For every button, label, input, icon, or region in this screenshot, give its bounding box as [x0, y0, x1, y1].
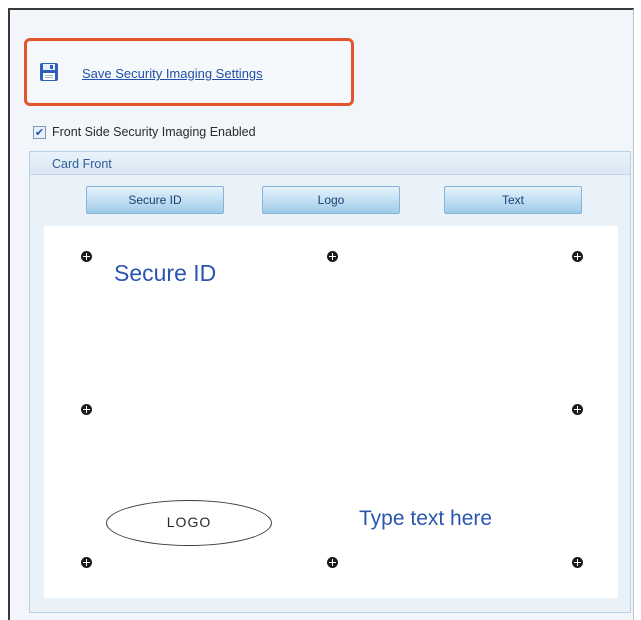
logo-element[interactable]: LOGO: [106, 500, 272, 546]
secure-id-button[interactable]: Secure ID: [86, 186, 224, 214]
card-front-header: Card Front: [30, 152, 630, 175]
save-security-imaging-settings-link[interactable]: Save Security Imaging Settings: [82, 66, 263, 81]
logo-button[interactable]: Logo: [262, 186, 400, 214]
handle-top-center-icon[interactable]: [327, 251, 338, 262]
handle-top-left-icon[interactable]: [81, 251, 92, 262]
handle-bottom-left-icon[interactable]: [81, 557, 92, 568]
card-front-canvas[interactable]: Secure ID LOGO Type text here: [44, 226, 618, 598]
handle-bottom-right-icon[interactable]: [572, 557, 583, 568]
secure-id-element[interactable]: Secure ID: [114, 260, 216, 287]
handle-middle-left-icon[interactable]: [81, 404, 92, 415]
card-front-panel: Card Front Secure ID Logo Text Secure ID…: [29, 151, 631, 613]
text-element[interactable]: Type text here: [359, 507, 492, 531]
security-imaging-window: Save Security Imaging Settings ✔ Front S…: [8, 8, 634, 620]
save-settings-highlight: Save Security Imaging Settings: [24, 38, 354, 106]
front-side-enabled-row[interactable]: ✔ Front Side Security Imaging Enabled: [33, 123, 256, 141]
front-side-enabled-label: Front Side Security Imaging Enabled: [52, 125, 256, 139]
handle-bottom-center-icon[interactable]: [327, 557, 338, 568]
handle-middle-right-icon[interactable]: [572, 404, 583, 415]
front-side-enabled-checkbox[interactable]: ✔: [33, 125, 46, 139]
checkmark-icon: ✔: [34, 125, 45, 139]
handle-top-right-icon[interactable]: [572, 251, 583, 262]
card-front-title: Card Front: [52, 157, 112, 171]
floppy-disk-icon[interactable]: [39, 62, 59, 82]
text-button[interactable]: Text: [444, 186, 582, 214]
